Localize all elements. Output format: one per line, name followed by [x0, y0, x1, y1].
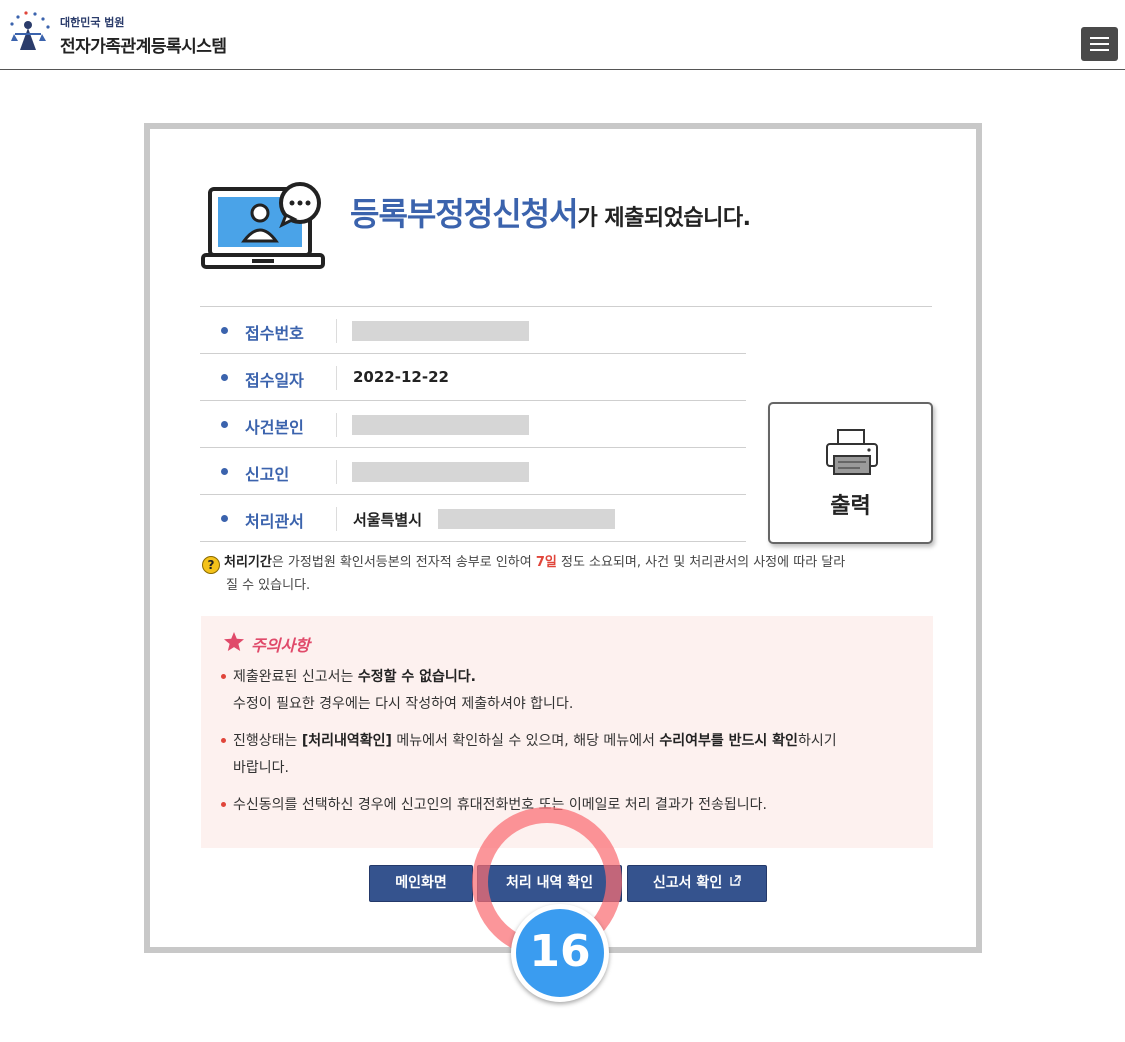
menu-icon: [1090, 37, 1109, 39]
site-header: 대한민국 법원 전자가족관계등록시스템: [0, 0, 1125, 70]
external-link-icon: [730, 875, 741, 886]
note-highlight: 7일: [535, 555, 557, 570]
info-label: 사건본인: [245, 418, 304, 437]
divider: [336, 366, 337, 390]
button-label: 신고서 확인: [652, 875, 723, 891]
caution-bold: 수정할 수 없습니다.: [357, 669, 476, 685]
bullet-icon: [221, 802, 226, 807]
info-row-office: 처리관서 서울특별시: [200, 495, 746, 542]
bullet-icon: [221, 674, 226, 679]
note-text: 은 가정법원 확인서등본의 전자적 송부로 인하여: [271, 555, 536, 570]
court-logo-icon[interactable]: [6, 10, 54, 54]
redacted-value: [352, 462, 529, 482]
menu-icon-bar: [1090, 43, 1109, 45]
note-text: 질 수 있습니다.: [226, 578, 311, 593]
bullet-icon: [221, 468, 228, 475]
bullet-icon: [221, 327, 228, 334]
caution-item: 진행상태는 [처리내역확인] 메뉴에서 확인하실 수 있으며, 해당 메뉴에서 …: [221, 728, 921, 782]
divider: [336, 460, 337, 484]
printer-icon: [826, 429, 878, 475]
redacted-value: [352, 415, 529, 435]
info-row-reporter: 신고인: [200, 448, 746, 495]
info-label: 신고인: [245, 465, 290, 484]
info-row-receipt-date: 접수일자 2022-12-22: [200, 354, 746, 401]
step-badge: 16: [511, 904, 609, 1002]
caution-bold: [처리내역확인]: [301, 733, 392, 749]
menu-icon-bar: [1090, 49, 1109, 51]
main-screen-button[interactable]: 메인화면: [369, 865, 473, 902]
info-value: 2022-12-22: [353, 368, 449, 386]
laptop-user-icon: [201, 182, 325, 269]
bullet-icon: [221, 738, 226, 743]
star-icon: [224, 632, 244, 651]
form-name: 등록부정정신청서: [350, 195, 579, 233]
processing-period-note: ? 처리기간은 가정법원 확인서등본의 전자적 송부로 인하여 7일 정도 소요되…: [202, 551, 932, 597]
redacted-value: [438, 509, 615, 529]
report-check-button[interactable]: 신고서 확인: [627, 865, 767, 902]
caution-text: 수정이 필요한 경우에는 다시 작성하여 제출하셔야 합니다.: [233, 696, 574, 712]
caution-text: 바랍니다.: [233, 760, 289, 776]
info-row-receipt-number: 접수번호: [200, 307, 746, 354]
page-title: 등록부정정신청서가 제출되었습니다.: [350, 189, 751, 235]
button-label: 메인화면: [395, 875, 447, 891]
caution-text: 진행상태는: [233, 733, 302, 749]
question-icon: ?: [202, 556, 220, 574]
info-label: 처리관서: [245, 512, 304, 531]
print-button[interactable]: 출력: [768, 402, 933, 544]
note-text: 정도 소요되며, 사건 및 처리관서의 사정에 따라 달라: [556, 555, 846, 570]
divider: [336, 319, 337, 343]
info-label: 접수일자: [245, 371, 304, 390]
divider: [336, 413, 337, 437]
menu-button[interactable]: [1081, 27, 1118, 61]
caution-title: 주의사항: [251, 636, 310, 655]
redacted-value: [352, 321, 529, 341]
caution-text: 제출완료된 신고서는: [233, 669, 358, 685]
caution-bold: 수리여부를 반드시 확인: [659, 733, 798, 749]
caution-text: 메뉴에서 확인하실 수 있으며, 해당 메뉴에서: [391, 733, 660, 749]
caution-item: 제출완료된 신고서는 수정할 수 없습니다. 수정이 필요한 경우에는 다시 작…: [221, 664, 921, 718]
title-suffix: 가 제출되었습니다.: [577, 206, 751, 231]
info-label: 접수번호: [245, 324, 304, 343]
bullet-icon: [221, 515, 228, 522]
org-name: 대한민국 법원: [60, 16, 125, 29]
print-label: 출력: [830, 494, 871, 519]
bullet-icon: [221, 421, 228, 428]
info-row-subject: 사건본인: [200, 401, 746, 448]
caution-text: 수신동의를 선택하신 경우에 신고인의 휴대전화번호 또는 이메일로 처리 결과…: [233, 797, 767, 813]
caution-text: 하시기: [797, 733, 837, 749]
system-title[interactable]: 전자가족관계등록시스템: [60, 32, 227, 57]
bullet-icon: [221, 374, 228, 381]
note-strong: 처리기간: [224, 555, 272, 570]
info-value: 서울특별시: [353, 511, 423, 529]
divider: [336, 507, 337, 531]
